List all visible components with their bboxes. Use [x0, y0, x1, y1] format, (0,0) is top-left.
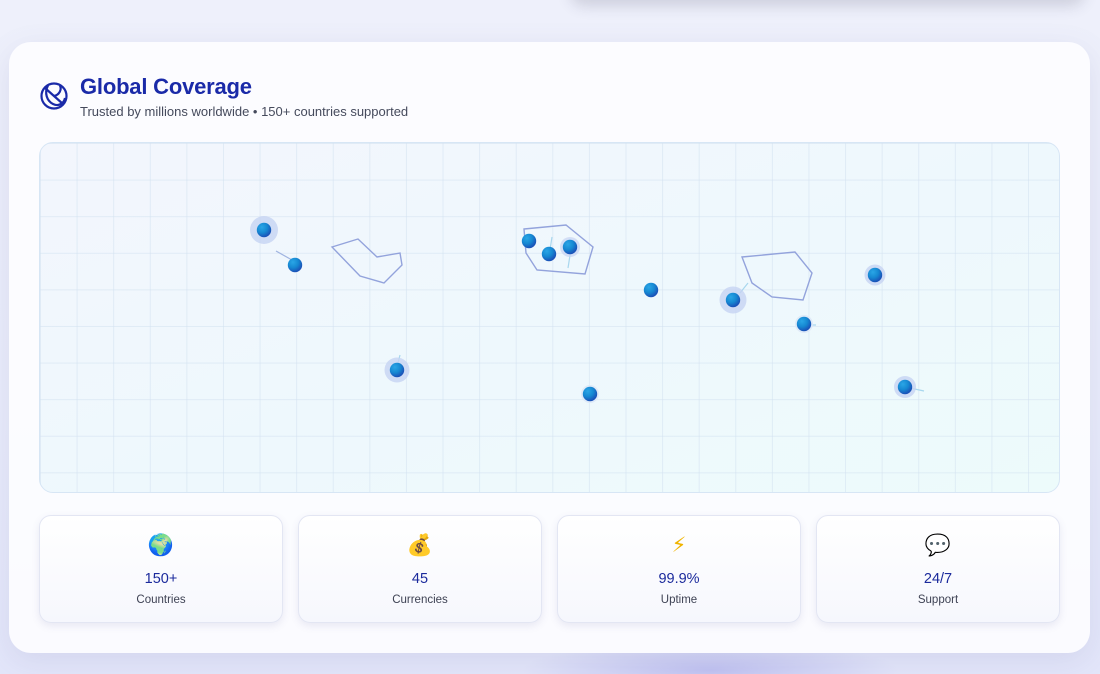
- location-marker[interactable]: [897, 379, 913, 395]
- location-marker[interactable]: [796, 316, 812, 332]
- stat-card-currencies: 💰 45 Currencies: [298, 515, 542, 623]
- lightning-icon: ⚡: [671, 533, 687, 557]
- location-marker[interactable]: [725, 292, 741, 308]
- page-title: Global Coverage: [80, 74, 252, 99]
- map-overlay: [250, 216, 925, 403]
- world-map: [39, 142, 1060, 493]
- location-marker[interactable]: [541, 246, 557, 262]
- stat-label: Countries: [136, 594, 186, 606]
- globe-icon: [40, 82, 68, 110]
- stat-card-support: 💬 24/7 Support: [816, 515, 1060, 623]
- stat-value: 99.9%: [658, 571, 700, 587]
- region-outline: [523, 224, 594, 275]
- region-outline: [330, 238, 403, 284]
- location-marker[interactable]: [582, 386, 598, 402]
- stat-value: 45: [411, 571, 429, 587]
- location-marker[interactable]: [287, 257, 303, 273]
- region-outline: [741, 251, 813, 301]
- globe-emoji-icon: 🌍: [147, 533, 175, 557]
- stat-value: 24/7: [923, 571, 953, 587]
- location-marker[interactable]: [256, 222, 272, 238]
- location-marker[interactable]: [389, 362, 405, 378]
- stat-label: Support: [917, 594, 959, 606]
- stat-label: Currencies: [392, 594, 448, 606]
- location-marker[interactable]: [521, 233, 537, 249]
- header-text: Global Coverage Trusted by millions worl…: [80, 74, 408, 120]
- location-marker[interactable]: [867, 267, 883, 283]
- stat-value: 150+: [144, 571, 178, 587]
- global-coverage-card: Global Coverage Trusted by millions worl…: [9, 42, 1090, 653]
- location-marker[interactable]: [562, 239, 578, 255]
- card-header: Global Coverage Trusted by millions worl…: [39, 74, 408, 120]
- stat-card-countries: 🌍 150+ Countries: [39, 515, 283, 623]
- stat-card-uptime: ⚡ 99.9% Uptime: [557, 515, 801, 623]
- stat-label: Uptime: [660, 594, 698, 606]
- connector-line: [275, 250, 293, 261]
- stats-row: 🌍 150+ Countries 💰 45 Currencies ⚡ 99.9%…: [39, 515, 1060, 623]
- location-marker[interactable]: [643, 282, 659, 298]
- speech-bubble-icon: 💬: [924, 533, 952, 557]
- page-subtitle: Trusted by millions worldwide • 150+ cou…: [80, 104, 409, 119]
- money-bag-icon: 💰: [406, 533, 434, 557]
